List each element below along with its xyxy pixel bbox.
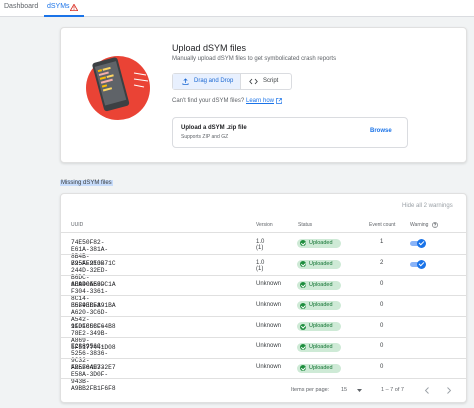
column-header-version: Version [256,222,273,228]
row-divider [61,295,466,297]
version-cell: Unknown [256,281,282,287]
items-per-page-select[interactable]: 15 [341,387,347,393]
script-button[interactable]: Script [241,74,292,89]
chevron-left-icon[interactable] [424,387,430,394]
row-divider [61,274,466,276]
event-count-cell: 0 [380,364,384,371]
row-divider [61,253,466,255]
status-badge: Uploaded [297,322,341,332]
help-icon[interactable] [432,222,438,228]
row-divider [61,337,466,338]
dropdown-arrow-icon[interactable] [357,389,362,392]
upload-subtitle: Manually upload dSYM files to get symbol… [172,56,337,62]
browse-button[interactable]: Browse [370,128,392,134]
column-header-uuid: UUID [71,222,84,228]
active-tab-indicator [44,15,84,17]
event-count-cell: 0 [380,322,384,329]
status-badge: Uploaded [297,259,341,269]
warning-toggle[interactable] [410,259,426,269]
pagination-range: 1 – 7 of 7 [381,387,404,393]
upload-icon [182,78,189,85]
event-count-cell: 0 [380,281,384,287]
tab-dsyms[interactable]: dSYMs [47,3,70,10]
status-badge: Uploaded [297,342,341,352]
tab-dashboard[interactable]: Dashboard [4,3,38,10]
status-badge: Uploaded [297,301,341,311]
version-cell: Unknown [256,343,282,350]
event-count-cell: 0 [380,343,384,350]
footer-divider [61,378,466,379]
check-icon [417,259,426,269]
dropzone-title: Upload a dSYM .zip file [181,125,247,131]
learn-how-link[interactable]: Learn how [246,98,274,104]
dropzone-subtitle: Supports ZIP and GZ [181,134,229,140]
script-label: Script [263,78,279,84]
event-count-cell: 2 [380,260,384,267]
version-cell: Unknown [256,364,282,371]
status-badge: Uploaded [297,280,341,290]
chevron-right-icon[interactable] [446,387,452,394]
warning-toggle[interactable] [410,238,426,248]
status-badge: Uploaded [297,238,341,248]
tab-bar: Dashboard dSYMs [0,0,474,17]
row-divider [61,316,466,318]
open-in-new-icon[interactable] [276,98,282,104]
warning-icon [70,4,78,11]
drag-and-drop-label: Drag and Drop [194,78,234,84]
version-cell: 1.0 (1) [256,239,265,252]
version-cell: 1.0 (1) [256,260,265,273]
event-count-cell: 0 [380,301,384,308]
event-count-cell: 1 [380,239,384,246]
items-per-page-label: Items per page: [291,387,330,393]
check-icon [417,238,426,248]
code-icon [249,78,258,85]
missing-dsym-title: Missing dSYM files [60,180,113,186]
cant-find-text: Can't find your dSYM files? [172,98,245,104]
status-badge: Uploaded [297,363,341,373]
upload-method-toggle: Drag and Drop Script [172,73,292,90]
column-header-warning: Warning [410,222,429,228]
hide-all-warnings-button[interactable]: Hide all 2 warnings [402,203,453,209]
column-header-status: Status [298,222,313,228]
drag-and-drop-button[interactable]: Drag and Drop [173,74,241,89]
version-cell: Unknown [256,322,282,329]
column-header-event-count: Event count [369,222,396,228]
upload-title: Upload dSYM files [172,43,247,53]
row-divider [61,357,466,359]
header-divider [61,232,466,233]
version-cell: Unknown [256,301,282,308]
phone-illustration [86,56,150,120]
